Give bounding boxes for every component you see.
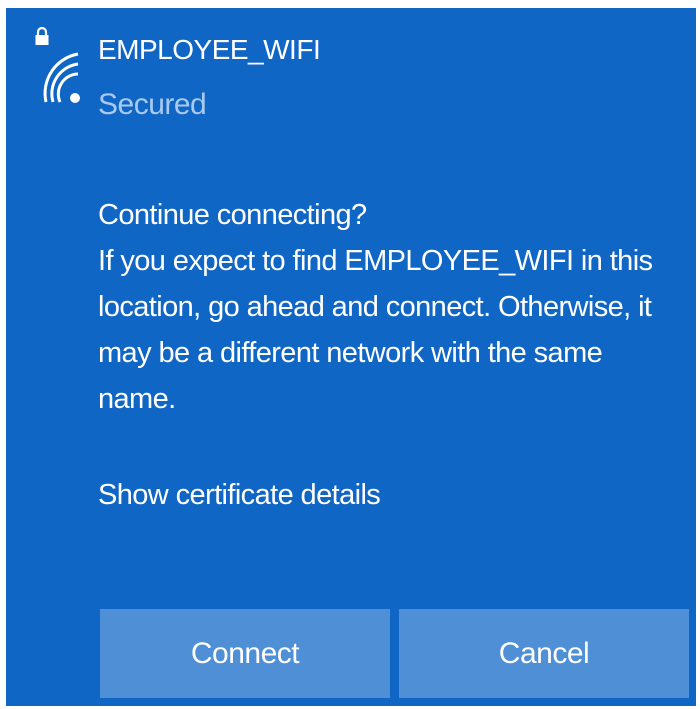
connect-prompt: Continue connecting? If you expect to fi… [98,192,678,422]
network-status: Secured [98,88,207,121]
wifi-flyout-panel: EMPLOYEE_WIFI Secured Continue connectin… [6,8,696,706]
wifi-secured-icon [35,26,80,103]
prompt-body-line: location, go ahead and connect. Otherwis… [98,291,652,323]
prompt-body-line: may be a different network with the same [98,337,603,369]
connect-button[interactable]: Connect [100,609,390,698]
cancel-button[interactable]: Cancel [399,609,689,698]
prompt-body-line: name. [98,383,176,415]
network-name: EMPLOYEE_WIFI [98,34,321,65]
lock-icon [35,26,49,45]
prompt-heading: Continue connecting? [98,199,367,231]
show-certificate-details-link[interactable]: Show certificate details [98,472,381,518]
prompt-body-line: If you expect to find EMPLOYEE_WIFI in t… [98,245,653,277]
